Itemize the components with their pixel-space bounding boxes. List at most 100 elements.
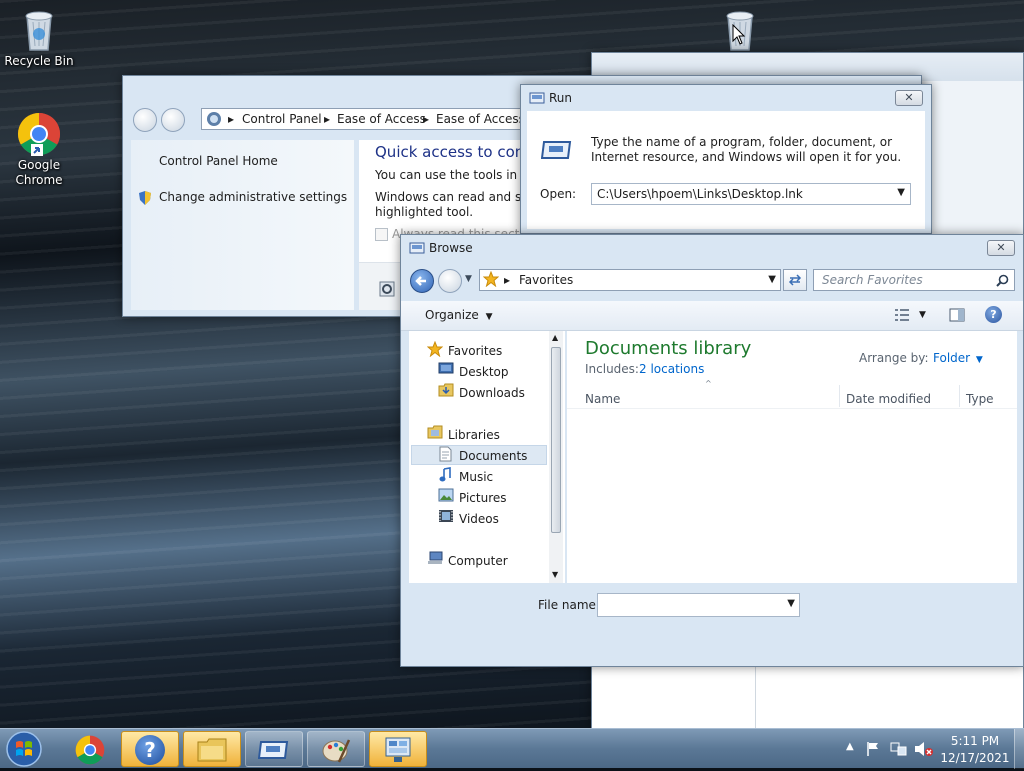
address-dropdown-icon[interactable]: ▼ bbox=[768, 270, 776, 290]
nav-downloads[interactable]: Downloads bbox=[459, 386, 525, 400]
browse-close-button[interactable]: ✕ bbox=[987, 240, 1015, 256]
browse-titlebar: Browse ✕ bbox=[401, 235, 1023, 261]
run-close-button[interactable]: ✕ bbox=[895, 90, 923, 106]
run-open-combobox[interactable]: C:\Users\hpoem\Links\Desktop.lnk ▼ bbox=[591, 183, 911, 205]
search-favorites-input[interactable]: Search Favorites bbox=[813, 269, 1015, 291]
nav-documents[interactable]: Documents bbox=[459, 449, 527, 463]
column-type[interactable]: Type bbox=[966, 392, 994, 406]
run-program-icon bbox=[540, 139, 573, 164]
mouse-cursor-icon bbox=[732, 23, 746, 49]
includes-locations-link[interactable]: 2 locations bbox=[639, 362, 704, 376]
forward-button[interactable] bbox=[161, 108, 185, 132]
column-name[interactable]: Name bbox=[585, 392, 620, 406]
view-options-icon[interactable] bbox=[894, 308, 910, 325]
column-divider[interactable] bbox=[959, 385, 960, 407]
taskbar-chrome-button[interactable] bbox=[60, 731, 118, 767]
column-divider[interactable] bbox=[839, 385, 840, 407]
google-chrome-label: Google Chrome bbox=[15, 158, 63, 187]
change-admin-settings-link[interactable]: Change administrative settings bbox=[159, 190, 347, 204]
includes-label: Includes: bbox=[585, 362, 639, 376]
control-panel-home-link[interactable]: Control Panel Home bbox=[159, 154, 278, 168]
quick-access-heading: Quick access to comm bbox=[375, 143, 544, 161]
show-hidden-icons-icon[interactable]: ▲ bbox=[846, 741, 854, 752]
run-description: Type the name of a program, folder, docu… bbox=[591, 135, 902, 164]
control-panel-sidebar: Control Panel Home Change administrative… bbox=[131, 140, 354, 310]
recycle-bin-icon bbox=[19, 8, 59, 52]
arrange-dropdown-icon: ▼ bbox=[975, 355, 983, 365]
documents-icon bbox=[438, 446, 454, 462]
taskbar-run-button[interactable] bbox=[245, 731, 303, 767]
clock-time[interactable]: 5:11 PM bbox=[940, 734, 1010, 748]
run-dialog: Run ✕ Type the name of a program, folder… bbox=[520, 84, 932, 234]
preview-pane-icon[interactable] bbox=[949, 308, 965, 325]
arrange-by-dropdown[interactable]: Folder ▼ bbox=[933, 351, 983, 365]
start-button[interactable] bbox=[4, 730, 44, 768]
nav-pictures[interactable]: Pictures bbox=[459, 491, 507, 505]
navigation-pane: Favorites Desktop Downloads Libraries Do… bbox=[409, 331, 565, 583]
taskbar-paint-button[interactable] bbox=[307, 731, 365, 767]
show-desktop-button[interactable] bbox=[1014, 729, 1024, 769]
volume-muted-icon[interactable] bbox=[914, 741, 934, 760]
refresh-button[interactable] bbox=[783, 269, 807, 291]
control-panel-icon bbox=[206, 111, 222, 129]
search-icon[interactable] bbox=[996, 273, 1009, 290]
control-panel-address-bar[interactable]: ▸ Control Panel ▸ Ease of Access ▸ Ease … bbox=[201, 108, 521, 130]
recycle-bin-shortcut[interactable]: Recycle Bin bbox=[0, 8, 78, 69]
always-read-checkbox[interactable] bbox=[375, 228, 388, 241]
organize-label: Organize bbox=[425, 308, 479, 322]
browse-address-text: Favorites bbox=[519, 273, 574, 287]
run-open-value: C:\Users\hpoem\Links\Desktop.lnk bbox=[597, 187, 803, 201]
main-line-1: You can use the tools in this bbox=[375, 168, 543, 182]
google-chrome-shortcut[interactable]: Google Chrome bbox=[0, 112, 78, 188]
favorites-star-icon bbox=[482, 270, 500, 290]
main-line-2: Windows can read and scan bbox=[375, 190, 543, 204]
action-center-flag-icon[interactable] bbox=[866, 741, 880, 760]
taskbar-help-button[interactable]: ? bbox=[121, 731, 179, 767]
chrome-icon bbox=[17, 112, 61, 156]
file-name-label: File name: bbox=[538, 598, 600, 612]
shield-icon bbox=[138, 190, 152, 209]
nav-scrollbar[interactable]: ▲ ▼ bbox=[549, 331, 563, 583]
browse-back-button[interactable] bbox=[410, 269, 434, 293]
breadcrumb-ease-of-access[interactable]: Ease of Access bbox=[337, 109, 426, 129]
nav-music[interactable]: Music bbox=[459, 470, 493, 484]
paint-icon bbox=[322, 739, 351, 763]
browse-forward-button[interactable] bbox=[438, 269, 462, 293]
run-open-label: Open: bbox=[540, 187, 577, 201]
column-date-modified[interactable]: Date modified bbox=[846, 392, 931, 406]
dropdown-arrow-icon[interactable]: ▼ bbox=[897, 187, 905, 198]
nav-desktop[interactable]: Desktop bbox=[459, 365, 509, 379]
clock-date[interactable]: 12/17/2021 bbox=[940, 751, 1010, 765]
help-button[interactable]: ? bbox=[985, 306, 1002, 323]
view-dropdown-icon[interactable]: ▼ bbox=[919, 310, 926, 320]
nav-computer[interactable]: Computer bbox=[448, 554, 508, 568]
recent-pages-dropdown-icon[interactable]: ▼ bbox=[465, 274, 472, 284]
taskbar-explorer-button[interactable] bbox=[183, 731, 241, 767]
breadcrumb-control-panel[interactable]: Control Panel bbox=[242, 109, 322, 129]
scroll-down-icon[interactable]: ▼ bbox=[552, 570, 558, 579]
file-name-combobox[interactable]: ▼ bbox=[597, 593, 800, 617]
breadcrumb-ease-of-access-center[interactable]: Ease of Access C bbox=[436, 109, 520, 129]
magnifier-icon[interactable] bbox=[379, 281, 397, 302]
nav-videos[interactable]: Videos bbox=[459, 512, 499, 526]
back-button[interactable] bbox=[133, 108, 157, 132]
run-icon bbox=[258, 741, 289, 759]
browse-dialog: Browse ✕ ▼ ▸ Favorites ▼ Search Favorite… bbox=[400, 234, 1024, 667]
background-window-divider bbox=[755, 666, 756, 728]
nav-libraries[interactable]: Libraries bbox=[448, 428, 500, 442]
nav-favorites[interactable]: Favorites bbox=[448, 344, 502, 358]
content-pane: Documents library Includes: 2 locations … bbox=[567, 331, 1017, 583]
nav-scroll-thumb[interactable] bbox=[551, 347, 561, 533]
videos-icon bbox=[438, 509, 454, 525]
browse-title: Browse bbox=[429, 241, 473, 255]
browse-window-icon bbox=[409, 242, 425, 257]
file-name-dropdown-icon[interactable]: ▼ bbox=[787, 598, 795, 609]
scroll-up-icon[interactable]: ▲ bbox=[552, 333, 558, 342]
organize-button[interactable]: Organize ▼ bbox=[419, 301, 499, 331]
taskbar-control-panel-button[interactable] bbox=[369, 731, 427, 767]
browse-address-bar[interactable]: ▸ Favorites ▼ bbox=[479, 269, 781, 291]
control-panel-icon bbox=[385, 737, 411, 762]
background-window-content bbox=[592, 666, 1023, 728]
network-icon[interactable] bbox=[890, 741, 908, 760]
favorites-star-icon bbox=[426, 340, 444, 358]
